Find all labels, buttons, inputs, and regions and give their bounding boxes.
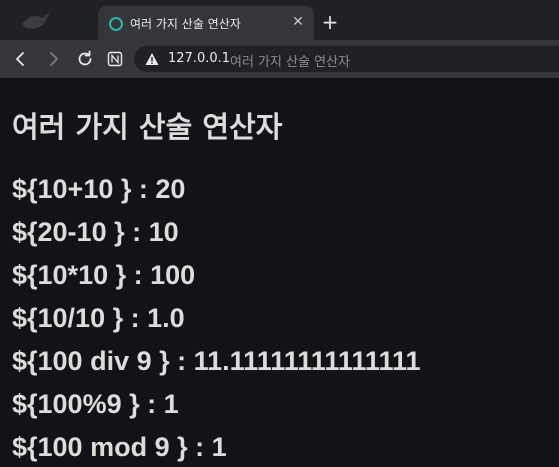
not-secure-warning-icon[interactable]: [145, 52, 159, 66]
forward-arrow-icon[interactable]: [42, 48, 64, 70]
reader-mode-icon[interactable]: [104, 48, 126, 70]
result-line-modulo: ${100%9 } : 1: [12, 389, 179, 419]
toolbar: 127.0.0.1 여러 가지 산술 연산자: [0, 40, 559, 78]
circle-outline-icon: [109, 17, 123, 31]
result-line-subtract: ${20-10 } : 10: [12, 217, 179, 247]
page-title: 여러 가지 산술 연산자: [12, 110, 283, 144]
results-list: ${10+10 } : 20 ${20-10 } : 10 ${10*10 } …: [12, 172, 421, 467]
page-content: 여러 가지 산술 연산자 ${10+10 } : 20 ${20-10 } : …: [0, 78, 559, 467]
tab-title: 여러 가지 산술 연산자: [130, 17, 241, 31]
browser-window: 여러 가지 산술 연산자 ✕ + 127.0.0.1 여러 가지 산술 연산자 …: [0, 0, 559, 467]
back-arrow-icon[interactable]: [10, 48, 32, 70]
result-line-div: ${100 div 9 } : 11.11111111111111: [12, 346, 421, 376]
result-line-mod: ${100 mod 9 } : 1: [12, 432, 227, 462]
bird-logo-icon: [22, 12, 50, 29]
result-line-multiply: ${10*10 } : 100: [12, 260, 196, 290]
tab-active[interactable]: 여러 가지 산술 연산자 ✕: [98, 6, 314, 40]
url-host: 127.0.0.1: [168, 51, 231, 66]
url-page-title: 여러 가지 산술 연산자: [230, 55, 351, 70]
close-icon[interactable]: ✕: [290, 14, 306, 30]
result-line-add: ${10+10 } : 20: [12, 174, 186, 204]
result-line-divide: ${10/10 } : 1.0: [12, 303, 185, 333]
reload-icon[interactable]: [74, 48, 96, 70]
new-tab-button[interactable]: +: [320, 12, 340, 32]
tab-strip: 여러 가지 산술 연산자 ✕ +: [0, 0, 559, 40]
address-bar[interactable]: 127.0.0.1 여러 가지 산술 연산자: [134, 46, 559, 72]
